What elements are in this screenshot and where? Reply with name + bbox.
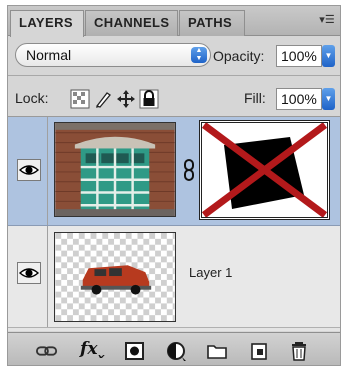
mask-link-icon[interactable] (183, 159, 195, 181)
opacity-field[interactable]: 100% (276, 45, 322, 67)
fx-label: fx (80, 339, 98, 359)
lock-label: Lock: (15, 90, 49, 106)
layer-thumbnail-garage (54, 122, 176, 217)
visibility-toggle[interactable] (17, 262, 41, 284)
layer-mask-thumbnail[interactable] (199, 120, 330, 220)
opacity-dropdown-icon[interactable]: ▼ (322, 45, 335, 67)
eye-icon (18, 268, 40, 278)
fx-icon[interactable]: fx˯ (80, 339, 108, 361)
layer-row-layer-1[interactable]: Layer 1 (8, 226, 340, 328)
new-group-icon[interactable] (206, 340, 228, 362)
visibility-toggle[interactable] (17, 159, 41, 181)
fill-label: Fill: (244, 90, 266, 106)
trash-icon[interactable] (288, 340, 310, 362)
blend-mode-value: Normal (26, 47, 72, 63)
visibility-cell (8, 117, 48, 225)
opacity-label: Opacity: (213, 48, 265, 64)
panel-menu-icon[interactable]: ▾☰ (318, 12, 336, 28)
add-mask-icon[interactable] (124, 340, 146, 362)
layers-panel: LAYERS CHANNELS PATHS ▾☰ Normal ▲ ▼ Opaci… (7, 5, 341, 366)
blend-mode-stepper-icon[interactable]: ▲ ▼ (191, 47, 207, 63)
layer-row-selected[interactable] (8, 117, 340, 226)
layer-list: Layer 1 (8, 116, 340, 331)
panel-tab-bar: LAYERS CHANNELS PATHS ▾☰ (8, 6, 340, 37)
new-layer-icon[interactable] (248, 340, 270, 362)
visibility-cell (8, 226, 48, 327)
lock-all-icon[interactable] (139, 89, 159, 109)
lock-transparent-pixels-icon[interactable] (70, 89, 90, 109)
tab-channels[interactable]: CHANNELS (85, 10, 178, 36)
divider (8, 75, 340, 76)
eye-icon (18, 165, 40, 175)
layers-toolbar: fx˯ (8, 332, 340, 365)
lock-fill-row: Lock: Fill: 100% ▼ (8, 80, 340, 116)
adjustment-layer-icon[interactable] (166, 340, 188, 362)
blend-mode-select[interactable]: Normal ▲ ▼ (15, 43, 211, 67)
fill-field[interactable]: 100% (276, 88, 322, 110)
link-layers-icon[interactable] (36, 340, 58, 362)
layer-name[interactable]: Layer 1 (189, 265, 232, 280)
tab-paths[interactable]: PATHS (179, 10, 245, 36)
fill-dropdown-icon[interactable]: ▼ (322, 88, 335, 110)
tab-layers[interactable]: LAYERS (10, 10, 84, 37)
blend-opacity-row: Normal ▲ ▼ Opacity: 100% ▼ (8, 39, 340, 73)
lock-position-icon[interactable] (116, 89, 136, 109)
lock-image-pixels-icon[interactable] (93, 89, 113, 109)
layer-thumbnail-car (54, 232, 176, 322)
